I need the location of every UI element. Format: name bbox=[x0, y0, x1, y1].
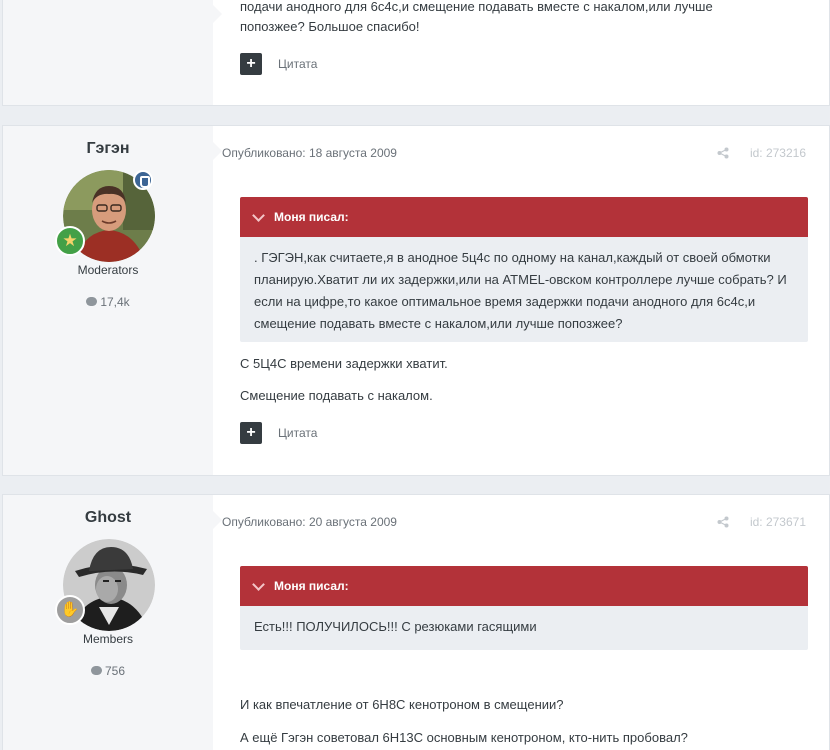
comment-icon bbox=[86, 297, 98, 307]
rank-star-badge-icon: ★ bbox=[55, 226, 85, 256]
chevron-down-icon bbox=[252, 578, 265, 591]
published-date[interactable]: Опубликовано: 18 августа 2009 bbox=[222, 146, 397, 160]
quote-author: Моня писал: bbox=[274, 579, 349, 593]
quote-link[interactable]: Цитата bbox=[278, 57, 317, 71]
member-group: Moderators bbox=[77, 263, 139, 277]
author-avatar-wrap[interactable]: ✋ bbox=[55, 539, 155, 631]
comment-icon bbox=[90, 666, 102, 676]
post-paragraph: А ещё Гэгэн советовал 6Н13С основным кен… bbox=[240, 730, 688, 745]
author-avatar-wrap[interactable]: ★ bbox=[55, 170, 155, 262]
share-icon[interactable] bbox=[717, 147, 729, 159]
quote-plus-button[interactable]: + bbox=[240, 422, 262, 444]
blockquote: Моня писал: Есть!!! ПОЛУЧИЛОСЬ!!! С резю… bbox=[240, 566, 808, 650]
post-count: 756 bbox=[3, 664, 213, 678]
quote-text: Есть!!! ПОЛУЧИЛОСЬ!!! С резюками гасящим… bbox=[254, 619, 537, 634]
member-group: Members bbox=[82, 632, 133, 646]
post-body-line: попозжее? Большое спасибо! bbox=[240, 19, 420, 34]
post-id-link[interactable]: id: 273216 bbox=[750, 146, 806, 160]
rank-hand-badge-icon: ✋ bbox=[55, 595, 85, 625]
post-count-value: 756 bbox=[104, 664, 126, 678]
quote-header[interactable]: Моня писал: bbox=[240, 197, 808, 237]
post-paragraph: И как впечатление от 6Н8С кенотроном в с… bbox=[240, 697, 564, 712]
published-date[interactable]: Опубликовано: 20 августа 2009 bbox=[222, 515, 397, 529]
quote-plus-button[interactable]: + bbox=[240, 53, 262, 75]
post-paragraph: Смещение подавать с накалом. bbox=[240, 388, 433, 403]
author-panel: Ghost ✋ Members 756 bbox=[3, 495, 222, 750]
share-icon[interactable] bbox=[717, 516, 729, 528]
post-count: 17,4k bbox=[3, 295, 213, 309]
post-paragraph: С 5Ц4С времени задержки хватит. bbox=[240, 356, 448, 371]
post-3: Ghost ✋ Members 756 Опубликовано: 20 авг… bbox=[2, 494, 830, 750]
post-id-link[interactable]: id: 273671 bbox=[750, 515, 806, 529]
post-body-line: подачи анодного для 6с4с,и смещение пода… bbox=[240, 0, 713, 14]
quote-author: Моня писал: bbox=[274, 210, 349, 224]
author-panel: Гэгэн ★ Moderators 17,4k bbox=[3, 126, 222, 475]
post-count-value: 17,4k bbox=[100, 295, 130, 309]
quote-header[interactable]: Моня писал: bbox=[240, 566, 808, 606]
post-2: Гэгэн ★ Moderators 17,4k Опубликовано: 1… bbox=[2, 125, 830, 476]
blockquote: Моня писал: . ГЭГЭН,как считаете,я в ано… bbox=[240, 197, 808, 342]
author-name[interactable]: Гэгэн bbox=[3, 140, 213, 158]
moderator-badge-icon bbox=[133, 170, 153, 190]
chevron-down-icon bbox=[252, 209, 265, 222]
author-name[interactable]: Ghost bbox=[3, 509, 213, 527]
quote-text: . ГЭГЭН,как считаете,я в анодное 5ц4с по… bbox=[254, 250, 787, 331]
author-panel bbox=[3, 0, 222, 105]
post-1: подачи анодного для 6с4с,и смещение пода… bbox=[2, 0, 830, 106]
quote-link[interactable]: Цитата bbox=[278, 426, 317, 440]
